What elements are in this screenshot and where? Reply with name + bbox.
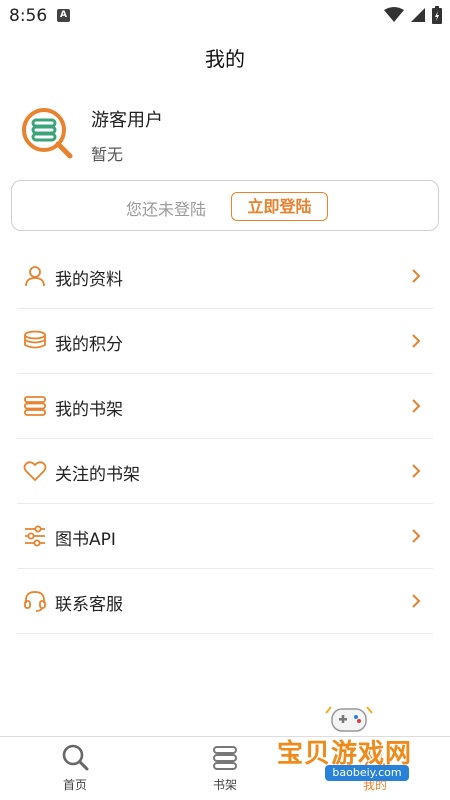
chevron-right-icon	[412, 399, 421, 413]
chevron-right-icon	[412, 334, 421, 348]
tab-label: 首页	[62, 778, 87, 792]
menu-item-profile[interactable]: 我的资料	[17, 244, 433, 309]
login-button[interactable]: 立即登陆	[231, 192, 328, 221]
page-title: 我的	[205, 47, 245, 71]
chevron-right-icon	[412, 529, 421, 543]
app-logo-icon	[22, 108, 73, 159]
status-bar: 8:56 A	[0, 0, 450, 32]
wifi-icon	[384, 7, 404, 22]
menu-item-points[interactable]: 我的积分	[17, 309, 433, 374]
sliders-icon	[25, 525, 45, 547]
menu-item-bookshelf[interactable]: 我的书架	[17, 374, 433, 439]
status-time: 8:56	[9, 6, 48, 26]
battery-icon	[432, 6, 442, 24]
chevron-right-icon	[412, 464, 421, 478]
bookshelf-icon	[24, 396, 46, 416]
watermark: 宝贝游戏网 baobeiy.com	[272, 703, 432, 793]
menu-item-label: 图书API	[55, 530, 116, 550]
user-icon	[25, 266, 45, 287]
signal-icon	[411, 8, 425, 22]
login-box: 您还未登陆 立即登陆	[11, 180, 439, 231]
menu-item-label: 我的积分	[55, 335, 123, 355]
bookshelf-icon	[213, 746, 237, 770]
menu-item-book-api[interactable]: 图书API	[17, 504, 433, 569]
tab-bookshelf[interactable]: 书架	[185, 737, 265, 800]
search-icon	[62, 744, 89, 771]
menu-item-label: 我的书架	[55, 400, 123, 420]
gamepad-icon	[325, 706, 373, 732]
menu-list: 我的资料 我的积分 我的书架 关注的书架 图书API 联系客服	[17, 244, 433, 634]
tab-label: 书架	[212, 778, 237, 792]
chevron-right-icon	[412, 594, 421, 608]
profile-name: 游客用户	[91, 110, 163, 131]
status-indicators	[384, 6, 442, 24]
login-hint: 您还未登陆	[126, 200, 207, 219]
tab-home[interactable]: 首页	[35, 737, 115, 800]
heart-icon	[23, 461, 47, 482]
notification-icon: A	[57, 9, 70, 22]
menu-item-label: 我的资料	[55, 270, 123, 290]
menu-item-label: 关注的书架	[55, 465, 140, 485]
menu-item-customer-service[interactable]: 联系客服	[17, 569, 433, 634]
watermark-url: baobeiy.com	[325, 765, 409, 781]
menu-item-label: 联系客服	[55, 595, 123, 615]
chevron-right-icon	[412, 269, 421, 283]
profile-subtitle: 暂无	[91, 145, 124, 164]
headset-icon	[24, 591, 46, 612]
menu-item-followed-shelf[interactable]: 关注的书架	[17, 439, 433, 504]
coins-icon	[24, 330, 46, 349]
